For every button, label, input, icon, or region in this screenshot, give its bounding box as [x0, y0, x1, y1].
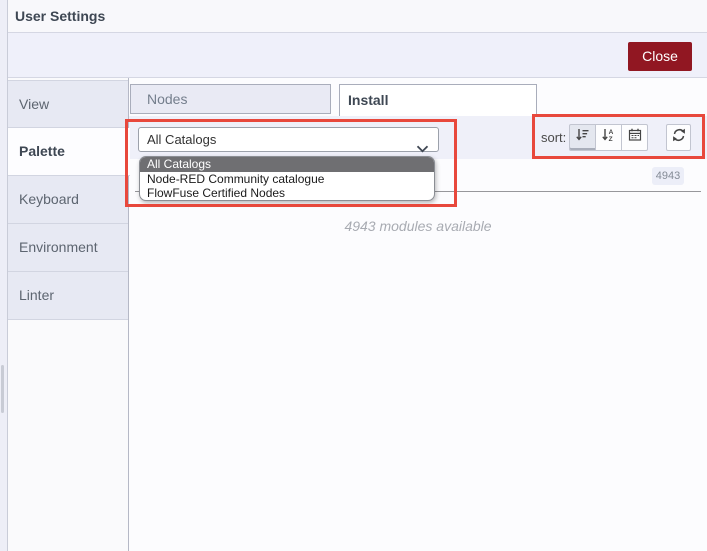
- left-scrollbar-thumb[interactable]: [1, 365, 4, 413]
- catalog-select-value: All Catalogs: [147, 132, 217, 147]
- refresh-button[interactable]: [666, 124, 691, 151]
- sort-alpha-icon: A Z: [601, 128, 616, 147]
- palette-editor-content: Nodes Install All Catalogs sort: A Z 494…: [128, 78, 707, 551]
- sort-order-icon: [575, 128, 590, 147]
- dialog-buttonbar: Close: [8, 33, 707, 78]
- svg-text:A: A: [609, 129, 614, 136]
- sort-alpha-button[interactable]: A Z: [595, 124, 622, 151]
- dropdown-option-all-catalogs[interactable]: All Catalogs: [140, 157, 434, 172]
- sort-button-group: A Z: [569, 124, 648, 151]
- sidebar-item-keyboard[interactable]: Keyboard: [8, 176, 128, 224]
- dropdown-option-flowfuse-certified[interactable]: FlowFuse Certified Nodes: [140, 186, 434, 200]
- catalog-dropdown-list: All Catalogs Node-RED Community catalogu…: [139, 156, 435, 201]
- tab-install[interactable]: Install: [339, 84, 537, 116]
- svg-text:Z: Z: [609, 136, 613, 142]
- sort-order-button[interactable]: [569, 124, 596, 151]
- install-toolbar: All Catalogs sort: A Z: [129, 116, 707, 159]
- dialog-body: View Palette Keyboard Environment Linter…: [8, 78, 707, 551]
- sort-date-button[interactable]: [621, 124, 648, 151]
- node-red-user-settings-screen: User Settings Close View Palette Keyboar…: [0, 0, 707, 551]
- close-button[interactable]: Close: [628, 42, 692, 71]
- catalog-select[interactable]: All Catalogs: [138, 127, 439, 153]
- sidebar-item-palette[interactable]: Palette: [8, 128, 130, 176]
- calendar-icon: [628, 128, 642, 147]
- sidebar-item-view[interactable]: View: [8, 80, 128, 128]
- dialog-title: User Settings: [8, 0, 707, 33]
- settings-sidebar: View Palette Keyboard Environment Linter: [8, 78, 130, 551]
- refresh-icon: [672, 128, 686, 147]
- sort-label: sort:: [541, 130, 567, 145]
- sidebar-item-environment[interactable]: Environment: [8, 224, 128, 272]
- editor-left-strip: [0, 0, 8, 551]
- module-count-badge: 4943: [652, 167, 684, 185]
- sidebar-tabs: View Palette Keyboard Environment Linter: [8, 80, 130, 320]
- tab-nodes[interactable]: Nodes: [130, 84, 331, 114]
- sidebar-item-linter[interactable]: Linter: [8, 272, 128, 320]
- modules-available-text: 4943 modules available: [344, 218, 492, 234]
- dropdown-option-node-red-community[interactable]: Node-RED Community catalogue: [140, 172, 434, 186]
- user-settings-dialog: User Settings Close View Palette Keyboar…: [8, 0, 707, 551]
